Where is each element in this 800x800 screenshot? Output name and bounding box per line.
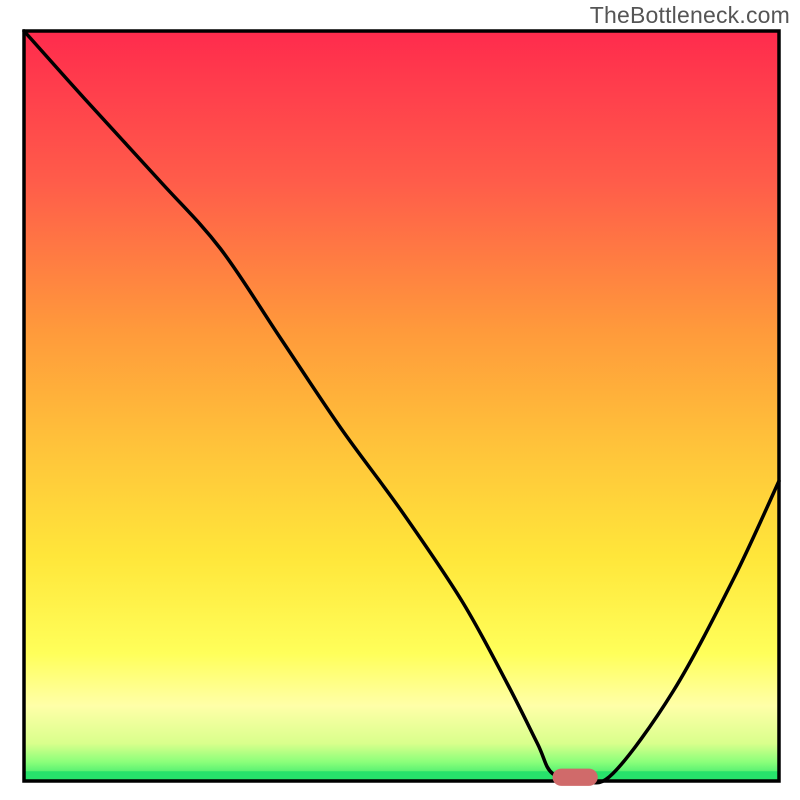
plot-svg: [0, 0, 800, 800]
plot-background: [24, 31, 779, 781]
optimal-region-marker: [553, 769, 598, 786]
chart-canvas: TheBottleneck.com: [0, 0, 800, 800]
